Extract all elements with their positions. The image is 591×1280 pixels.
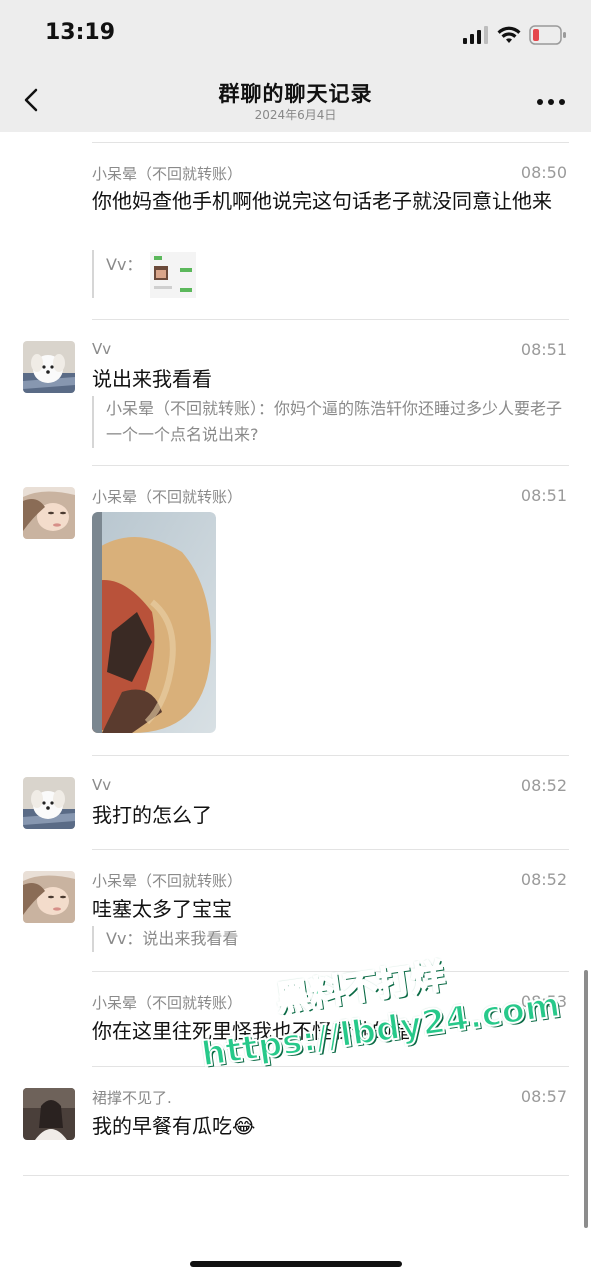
- avatar[interactable]: [23, 487, 75, 539]
- nav-bar: 群聊的聊天记录 2024年6月4日: [0, 68, 591, 132]
- message-time: 08:50: [520, 163, 567, 182]
- watermark-title: 黑料不打烊: [273, 955, 449, 1020]
- quoted-message[interactable]: Vv：说出来我看看: [92, 926, 572, 952]
- divider: [92, 971, 569, 972]
- message-text[interactable]: 我的早餐有瓜吃😂: [92, 1110, 562, 1142]
- message-time: 08:52: [520, 870, 567, 889]
- message-sender: 小呆晕（不回就转账）: [92, 872, 243, 890]
- message-text[interactable]: 说出来我看看: [92, 363, 562, 395]
- home-indicator[interactable]: [190, 1261, 402, 1267]
- message-text[interactable]: 哇塞太多了宝宝: [92, 893, 562, 925]
- divider: [92, 849, 569, 850]
- divider: [92, 465, 569, 466]
- divider: [92, 142, 569, 143]
- status-icons: [463, 24, 567, 46]
- message-text[interactable]: 你在这里往死里怪我也不怪我他的错: [92, 1015, 562, 1047]
- divider: [92, 319, 569, 320]
- status-time: 13:19: [45, 20, 116, 45]
- signal-icon: [463, 26, 488, 44]
- message-sender: Vv: [92, 340, 112, 358]
- message-text[interactable]: 你他妈查他手机啊他说完这句话老子就没同意让他来: [92, 185, 562, 217]
- status-bar: 13:19: [0, 0, 591, 68]
- message-time: 08:53: [520, 992, 567, 1011]
- quote-sender: Vv：: [106, 255, 143, 274]
- avatar[interactable]: [23, 1088, 75, 1140]
- divider: [92, 1066, 569, 1067]
- page-date: 2024年6月4日: [254, 108, 337, 122]
- message-time: 08:57: [520, 1087, 567, 1106]
- wifi-icon: [497, 26, 521, 43]
- quoted-message[interactable]: Vv：: [92, 250, 572, 298]
- avatar[interactable]: [23, 777, 75, 829]
- avatar[interactable]: [23, 871, 75, 923]
- scrollbar[interactable]: [584, 970, 588, 1228]
- avatar[interactable]: [23, 341, 75, 393]
- divider: [23, 1175, 569, 1176]
- quoted-message[interactable]: 小呆晕（不回就转账）：你妈个逼的陈浩轩你还睡过多少人要老子一个一个点名说出来?: [92, 396, 572, 448]
- message-sender: 裙撑不见了.: [92, 1089, 172, 1107]
- message-time: 08:51: [520, 340, 567, 359]
- battery-icon: [529, 25, 566, 45]
- message-sender: Vv: [92, 776, 112, 794]
- divider: [92, 755, 569, 756]
- message-photo[interactable]: [92, 512, 216, 733]
- message-sender: 小呆晕（不回就转账）: [92, 488, 243, 506]
- page-title: 群聊的聊天记录: [218, 82, 373, 106]
- message-time: 08:52: [520, 776, 567, 795]
- message-time: 08:51: [520, 486, 567, 505]
- message-text[interactable]: 我打的怎么了: [92, 799, 562, 831]
- message-sender: 小呆晕（不回就转账）: [92, 994, 243, 1012]
- quoted-screenshot-thumbnail[interactable]: [150, 252, 196, 298]
- message-sender: 小呆晕（不回就转账）: [92, 165, 243, 183]
- more-options-button[interactable]: [533, 82, 569, 118]
